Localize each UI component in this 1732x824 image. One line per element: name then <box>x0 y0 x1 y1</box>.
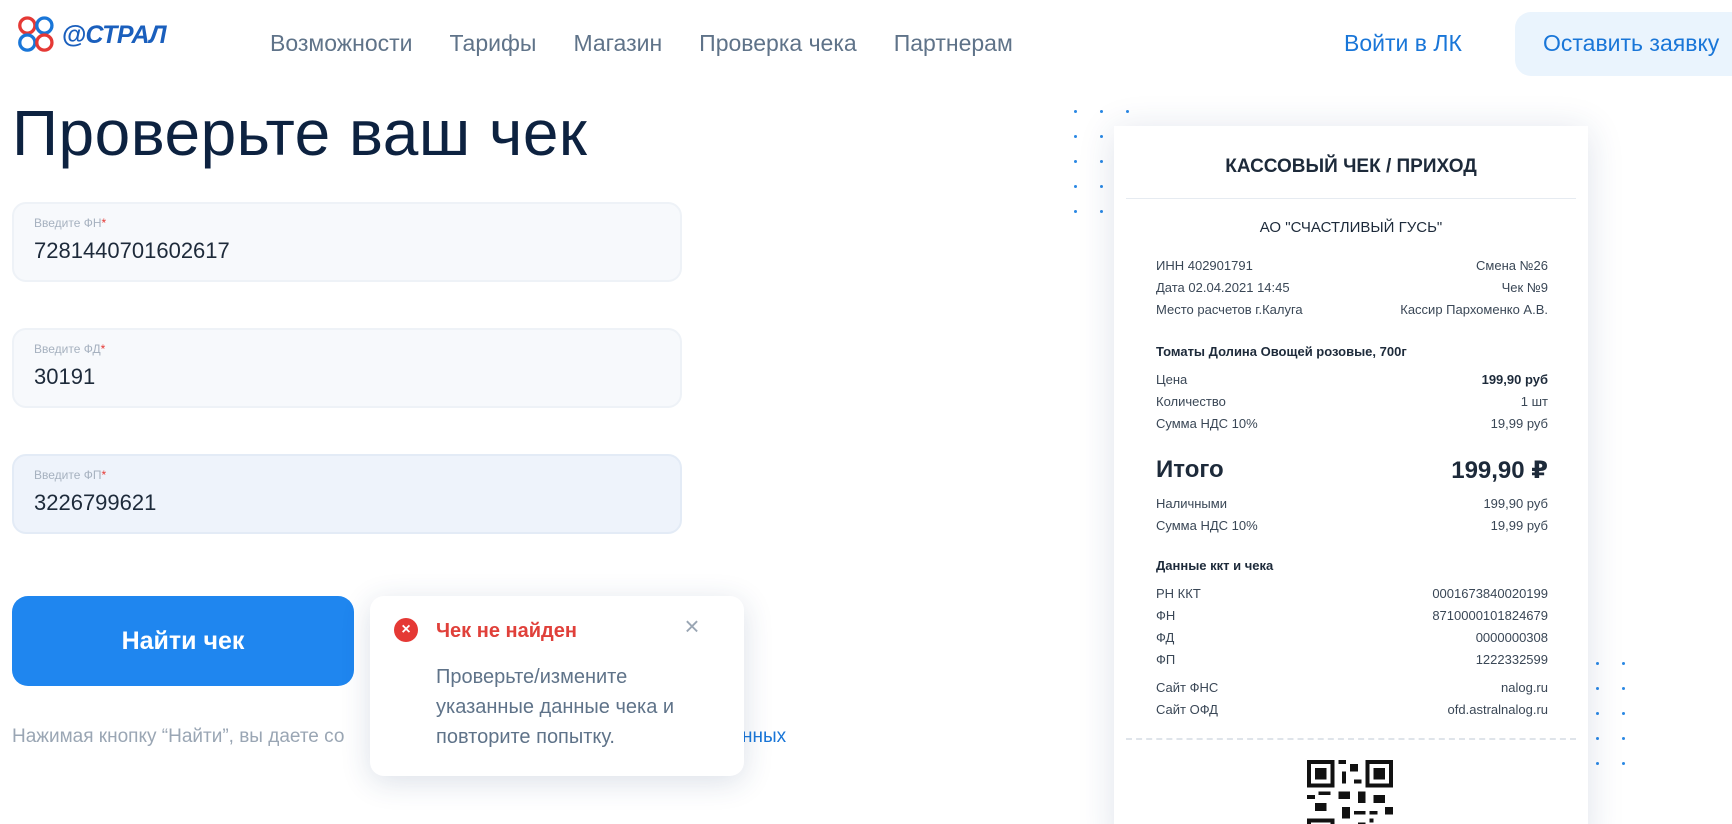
fp-field[interactable]: Введите ФП* <box>12 454 682 534</box>
receipt-item-row: Количество 1 шт <box>1156 394 1548 409</box>
receipt-total: Итого 199,90 ₽ <box>1156 456 1548 485</box>
decor-dots-right <box>1596 662 1648 765</box>
astral-logo-icon <box>18 16 54 52</box>
receipt-info-row: Место расчетов г.Калуга Кассир Пархоменко… <box>1156 302 1548 317</box>
close-icon[interactable]: × <box>678 612 706 640</box>
fn-field-label: Введите ФН* <box>34 216 107 230</box>
toast-message: Проверьте/измените указанные данные чека… <box>436 666 675 748</box>
main-nav: Возможности Тарифы Магазин Проверка чека… <box>270 30 1050 57</box>
fd-field-label: Введите ФД* <box>34 342 106 356</box>
receipt-org: АО "СЧАСТЛИВЫЙ ГУСЬ" <box>1259 219 1443 236</box>
toast-title: Чек не найден <box>436 620 577 642</box>
receipt-kkt-row: РН ККТ 0001673840020199 <box>1156 586 1548 601</box>
fp-field-label: Введите ФП* <box>34 468 107 482</box>
receipt-site-row: Сайт ОФД ofd.astralnalog.ru <box>1156 702 1548 717</box>
consent-text: Нажимая кнопку “Найти”, вы даете со <box>12 726 345 747</box>
nav-item-tariffs[interactable]: Тарифы <box>450 30 537 57</box>
page-title: Проверьте ваш чек <box>12 97 588 169</box>
receipt-pay-row: Сумма НДС 10% 19,99 руб <box>1156 518 1548 533</box>
fn-field[interactable]: Введите ФН* <box>12 202 682 282</box>
apply-button[interactable]: Оставить заявку <box>1515 12 1732 76</box>
receipt-kkt-row: ФД 0000000308 <box>1156 630 1548 645</box>
site-header: @СТРАЛ Возможности Тарифы Магазин Провер… <box>0 0 1732 90</box>
receipt-item-row: Цена 199,90 руб <box>1156 372 1548 387</box>
fd-input[interactable] <box>34 364 654 390</box>
fd-field[interactable]: Введите ФД* <box>12 328 682 408</box>
consent-link[interactable]: нных <box>742 726 786 748</box>
nav-item-partners[interactable]: Партнерам <box>894 30 1013 57</box>
qr-code-icon <box>1307 760 1393 824</box>
receipt-pay-row: Наличными 199,90 руб <box>1156 496 1548 511</box>
astral-logo[interactable]: @СТРАЛ <box>16 12 167 58</box>
receipt-kkt-row: ФН 8710000101824679 <box>1156 608 1548 623</box>
error-toast: × Чек не найден × Проверьте/измените ука… <box>370 596 744 776</box>
login-link[interactable]: Войти в ЛК <box>1344 30 1462 57</box>
receipt-site-row: Сайт ФНС nalog.ru <box>1156 680 1548 695</box>
error-icon: × <box>394 618 418 642</box>
receipt-info-row: Дата 02.04.2021 14:45 Чек №9 <box>1156 280 1548 295</box>
nav-item-shop[interactable]: Магазин <box>573 30 662 57</box>
find-receipt-button[interactable]: Найти чек <box>12 596 354 686</box>
nav-item-check-receipt[interactable]: Проверка чека <box>699 30 857 57</box>
fp-input[interactable] <box>34 490 654 516</box>
receipt-total-value: 199,90 ₽ <box>1451 457 1548 484</box>
receipt-dashed-divider <box>1126 738 1576 740</box>
nav-item-features[interactable]: Возможности <box>270 30 413 57</box>
logo-text: @СТРАЛ <box>61 20 167 49</box>
receipt-divider <box>1126 198 1576 199</box>
receipt-item-row: Сумма НДС 10% 19,99 руб <box>1156 416 1548 431</box>
receipt-item-name: Томаты Долина Овощей розовые, 700г <box>1156 344 1407 359</box>
receipt-sample: КАССОВЫЙ ЧЕК / ПРИХОД АО "СЧАСТЛИВЫЙ ГУС… <box>1114 126 1588 824</box>
receipt-kkt-row: ФП 1222332599 <box>1156 652 1548 667</box>
fn-input[interactable] <box>34 238 654 264</box>
receipt-heading: КАССОВЫЙ ЧЕК / ПРИХОД <box>1225 156 1477 177</box>
receipt-total-label: Итого <box>1156 456 1224 483</box>
receipt-info-row: ИНН 402901791 Смена №26 <box>1156 258 1548 273</box>
receipt-kkt-title: Данные ккт и чека <box>1156 558 1274 573</box>
